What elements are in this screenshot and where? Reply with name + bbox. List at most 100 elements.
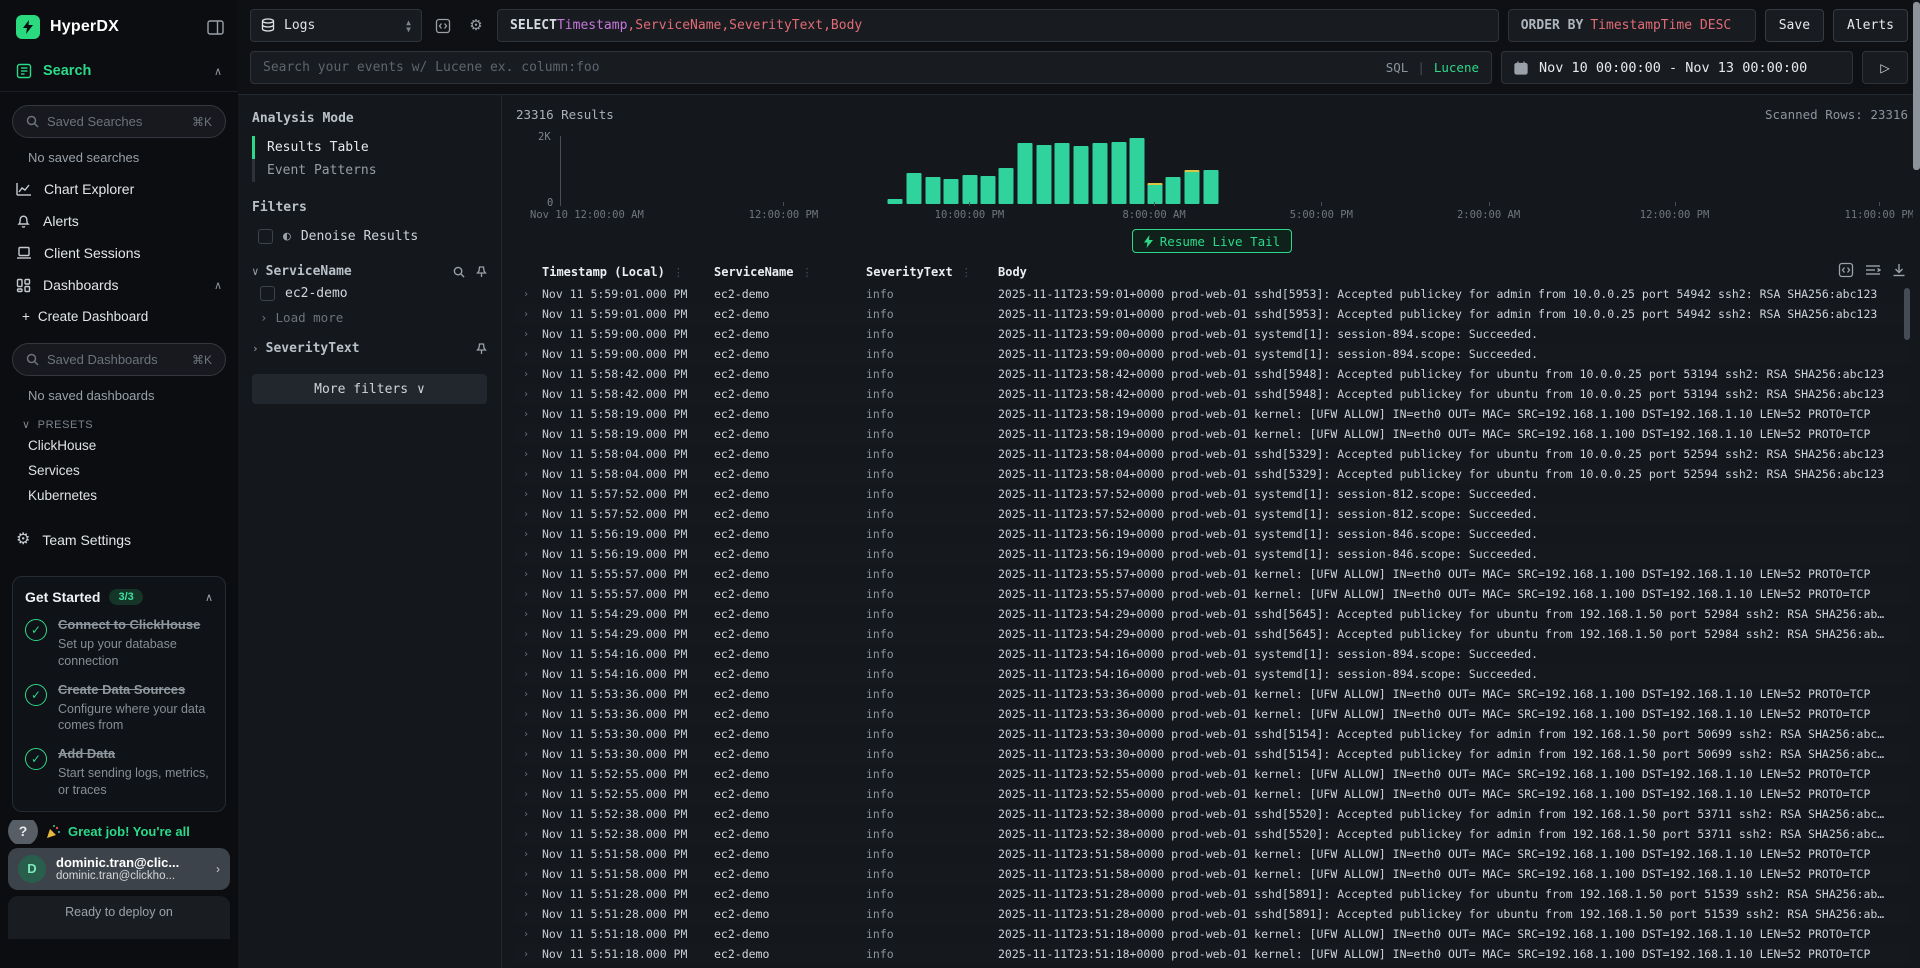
column-separator-icon[interactable]: ⋮	[801, 266, 812, 279]
load-more-button[interactable]: › Load more	[252, 303, 487, 325]
sidebar-item-search[interactable]: Search ∧	[0, 51, 238, 92]
table-row[interactable]: ›Nov 11 5:58:42.000 PMec2-demoinfo2025-1…	[514, 364, 1910, 384]
table-row[interactable]: ›Nov 11 5:53:36.000 PMec2-demoinfo2025-1…	[514, 704, 1910, 724]
column-header-servicename[interactable]: ServiceName⋮	[714, 265, 866, 279]
table-row[interactable]: ›Nov 11 5:51:58.000 PMec2-demoinfo2025-1…	[514, 844, 1910, 864]
table-row[interactable]: ›Nov 11 5:54:16.000 PMec2-demoinfo2025-1…	[514, 644, 1910, 664]
table-row[interactable]: ›Nov 11 5:56:19.000 PMec2-demoinfo2025-1…	[514, 544, 1910, 564]
table-row[interactable]: ›Nov 11 5:59:00.000 PMec2-demoinfo2025-1…	[514, 344, 1910, 364]
table-row[interactable]: ›Nov 11 5:56:19.000 PMec2-demoinfo2025-1…	[514, 524, 1910, 544]
column-header-body[interactable]: Body	[998, 265, 1910, 279]
histogram-bar[interactable]	[925, 177, 940, 204]
sidebar-item-client-sessions[interactable]: Client Sessions	[0, 237, 238, 269]
histogram-bar[interactable]	[1147, 183, 1162, 204]
table-row[interactable]: ›Nov 11 5:58:04.000 PMec2-demoinfo2025-1…	[514, 464, 1910, 484]
sidebar-item-alerts[interactable]: Alerts	[0, 205, 238, 237]
presets-section-toggle[interactable]: ∨ PRESETS	[0, 411, 238, 433]
preset-item-services[interactable]: Services	[0, 458, 238, 483]
facet-value-ec2-demo[interactable]: ec2-demo	[252, 279, 487, 303]
table-row[interactable]: ›Nov 11 5:52:55.000 PMec2-demoinfo2025-1…	[514, 764, 1910, 784]
select-query-input[interactable]: SELECT Timestamp,ServiceName,SeverityTex…	[497, 9, 1499, 42]
sidebar-item-dashboards[interactable]: Dashboards ∧	[0, 269, 238, 301]
facet-severitytext-toggle[interactable]: › SeverityText	[252, 341, 487, 356]
table-row[interactable]: ›Nov 11 5:57:52.000 PMec2-demoinfo2025-1…	[514, 504, 1910, 524]
chevron-up-icon[interactable]: ∧	[205, 591, 213, 604]
table-row[interactable]: ›Nov 11 5:51:18.000 PMec2-demoinfo2025-1…	[514, 924, 1910, 944]
order-by-input[interactable]: ORDER BY TimestampTime DESC	[1508, 9, 1756, 42]
table-row[interactable]: ›Nov 11 5:58:19.000 PMec2-demoinfo2025-1…	[514, 404, 1910, 424]
histogram-bar[interactable]	[963, 175, 978, 204]
facet-search-icon[interactable]	[453, 266, 465, 278]
sidebar-item-team-settings[interactable]: ⚙ Team Settings	[0, 524, 238, 556]
get-started-step[interactable]: ✓ Connect to ClickHouse Set up your data…	[25, 617, 213, 670]
sidebar-collapse-icon[interactable]	[207, 20, 224, 35]
mode-sql[interactable]: SQL	[1386, 60, 1409, 75]
denoise-checkbox[interactable]	[258, 229, 273, 244]
save-button[interactable]: Save	[1765, 9, 1824, 42]
row-density-icon[interactable]	[1865, 263, 1881, 277]
table-row[interactable]: ›Nov 11 5:53:30.000 PMec2-demoinfo2025-1…	[514, 744, 1910, 764]
analysis-mode-event-patterns[interactable]: Event Patterns	[252, 159, 487, 182]
histogram-bar[interactable]	[888, 199, 903, 204]
table-row[interactable]: ›Nov 11 5:54:16.000 PMec2-demoinfo2025-1…	[514, 664, 1910, 684]
chevron-up-icon[interactable]: ∧	[214, 279, 222, 292]
table-row[interactable]: ›Nov 11 5:57:52.000 PMec2-demoinfo2025-1…	[514, 484, 1910, 504]
more-filters-button[interactable]: More filters ∨	[252, 374, 487, 404]
histogram-bar[interactable]	[944, 179, 959, 205]
column-separator-icon[interactable]: ⋮	[961, 266, 972, 279]
table-row[interactable]: ›Nov 11 5:55:57.000 PMec2-demoinfo2025-1…	[514, 584, 1910, 604]
download-icon[interactable]	[1892, 263, 1906, 277]
table-row[interactable]: ›Nov 11 5:53:36.000 PMec2-demoinfo2025-1…	[514, 684, 1910, 704]
histogram-bar[interactable]	[1017, 143, 1032, 204]
run-query-button[interactable]: ▷	[1862, 51, 1908, 84]
histogram-bar[interactable]	[999, 168, 1014, 204]
get-started-step[interactable]: ✓ Create Data Sources Configure where yo…	[25, 682, 213, 735]
create-dashboard-button[interactable]: + Create Dashboard	[0, 301, 238, 330]
table-row[interactable]: ›Nov 11 5:58:04.000 PMec2-demoinfo2025-1…	[514, 444, 1910, 464]
preset-item-kubernetes[interactable]: Kubernetes	[0, 483, 238, 508]
column-separator-icon[interactable]: ⋮	[673, 266, 684, 279]
saved-searches-input[interactable]: Saved Searches ⌘K	[12, 105, 226, 138]
histogram-bar[interactable]	[1036, 145, 1051, 205]
chevron-up-icon[interactable]: ∧	[214, 65, 222, 78]
source-columns-icon[interactable]	[1838, 262, 1854, 278]
alerts-button[interactable]: Alerts	[1833, 9, 1908, 42]
table-row[interactable]: ›Nov 11 5:54:29.000 PMec2-demoinfo2025-1…	[514, 604, 1910, 624]
help-button[interactable]: ?	[8, 820, 38, 844]
resume-live-tail-button[interactable]: Resume Live Tail	[1132, 229, 1292, 253]
source-settings-gear-icon[interactable]: ⚙	[464, 9, 488, 42]
pin-icon[interactable]	[476, 266, 487, 278]
pin-icon[interactable]	[476, 343, 487, 355]
saved-dashboards-input[interactable]: Saved Dashboards ⌘K	[12, 343, 226, 376]
preset-item-clickhouse[interactable]: ClickHouse	[0, 433, 238, 458]
page-scrollbar-thumb[interactable]	[1913, 2, 1920, 170]
histogram-bar[interactable]	[1074, 146, 1089, 204]
table-row[interactable]: ›Nov 11 5:58:19.000 PMec2-demoinfo2025-1…	[514, 424, 1910, 444]
table-row[interactable]: ›Nov 11 5:55:57.000 PMec2-demoinfo2025-1…	[514, 564, 1910, 584]
histogram-bar[interactable]	[1111, 142, 1126, 204]
table-row[interactable]: ›Nov 11 5:53:30.000 PMec2-demoinfo2025-1…	[514, 724, 1910, 744]
table-row[interactable]: ›Nov 11 5:59:00.000 PMec2-demoinfo2025-1…	[514, 324, 1910, 344]
user-profile-button[interactable]: D dominic.tran@clic... dominic.tran@clic…	[8, 848, 230, 890]
table-row[interactable]: ›Nov 11 5:51:28.000 PMec2-demoinfo2025-1…	[514, 904, 1910, 924]
histogram-bar[interactable]	[1203, 170, 1218, 204]
table-row[interactable]: ›Nov 11 5:52:38.000 PMec2-demoinfo2025-1…	[514, 804, 1910, 824]
table-mapping-icon[interactable]	[431, 9, 455, 42]
histogram-bar[interactable]	[980, 176, 995, 204]
column-header-severitytext[interactable]: SeverityText⋮	[866, 265, 998, 279]
histogram-bar[interactable]	[1185, 170, 1200, 204]
histogram-bar[interactable]	[906, 173, 921, 204]
table-row[interactable]: ›Nov 11 5:52:38.000 PMec2-demoinfo2025-1…	[514, 824, 1910, 844]
histogram-bar[interactable]	[1166, 177, 1181, 204]
table-row[interactable]: ›Nov 11 5:52:55.000 PMec2-demoinfo2025-1…	[514, 784, 1910, 804]
time-range-picker[interactable]: Nov 10 00:00:00 - Nov 13 00:00:00	[1501, 51, 1853, 84]
page-scrollbar-track[interactable]	[1913, 0, 1920, 968]
table-row[interactable]: ›Nov 11 5:54:29.000 PMec2-demoinfo2025-1…	[514, 624, 1910, 644]
column-header-timestamp[interactable]: Timestamp (Local)⋮	[542, 265, 714, 279]
table-row[interactable]: ›Nov 11 5:59:01.000 PMec2-demoinfo2025-1…	[514, 284, 1910, 304]
table-row[interactable]: ›Nov 11 5:51:28.000 PMec2-demoinfo2025-1…	[514, 884, 1910, 904]
table-scrollbar[interactable]	[1904, 288, 1910, 340]
facet-servicename-toggle[interactable]: ∨ ServiceName	[252, 264, 487, 279]
table-row[interactable]: ›Nov 11 5:51:18.000 PMec2-demoinfo2025-1…	[514, 944, 1910, 964]
sidebar-item-chart-explorer[interactable]: Chart Explorer	[0, 173, 238, 205]
